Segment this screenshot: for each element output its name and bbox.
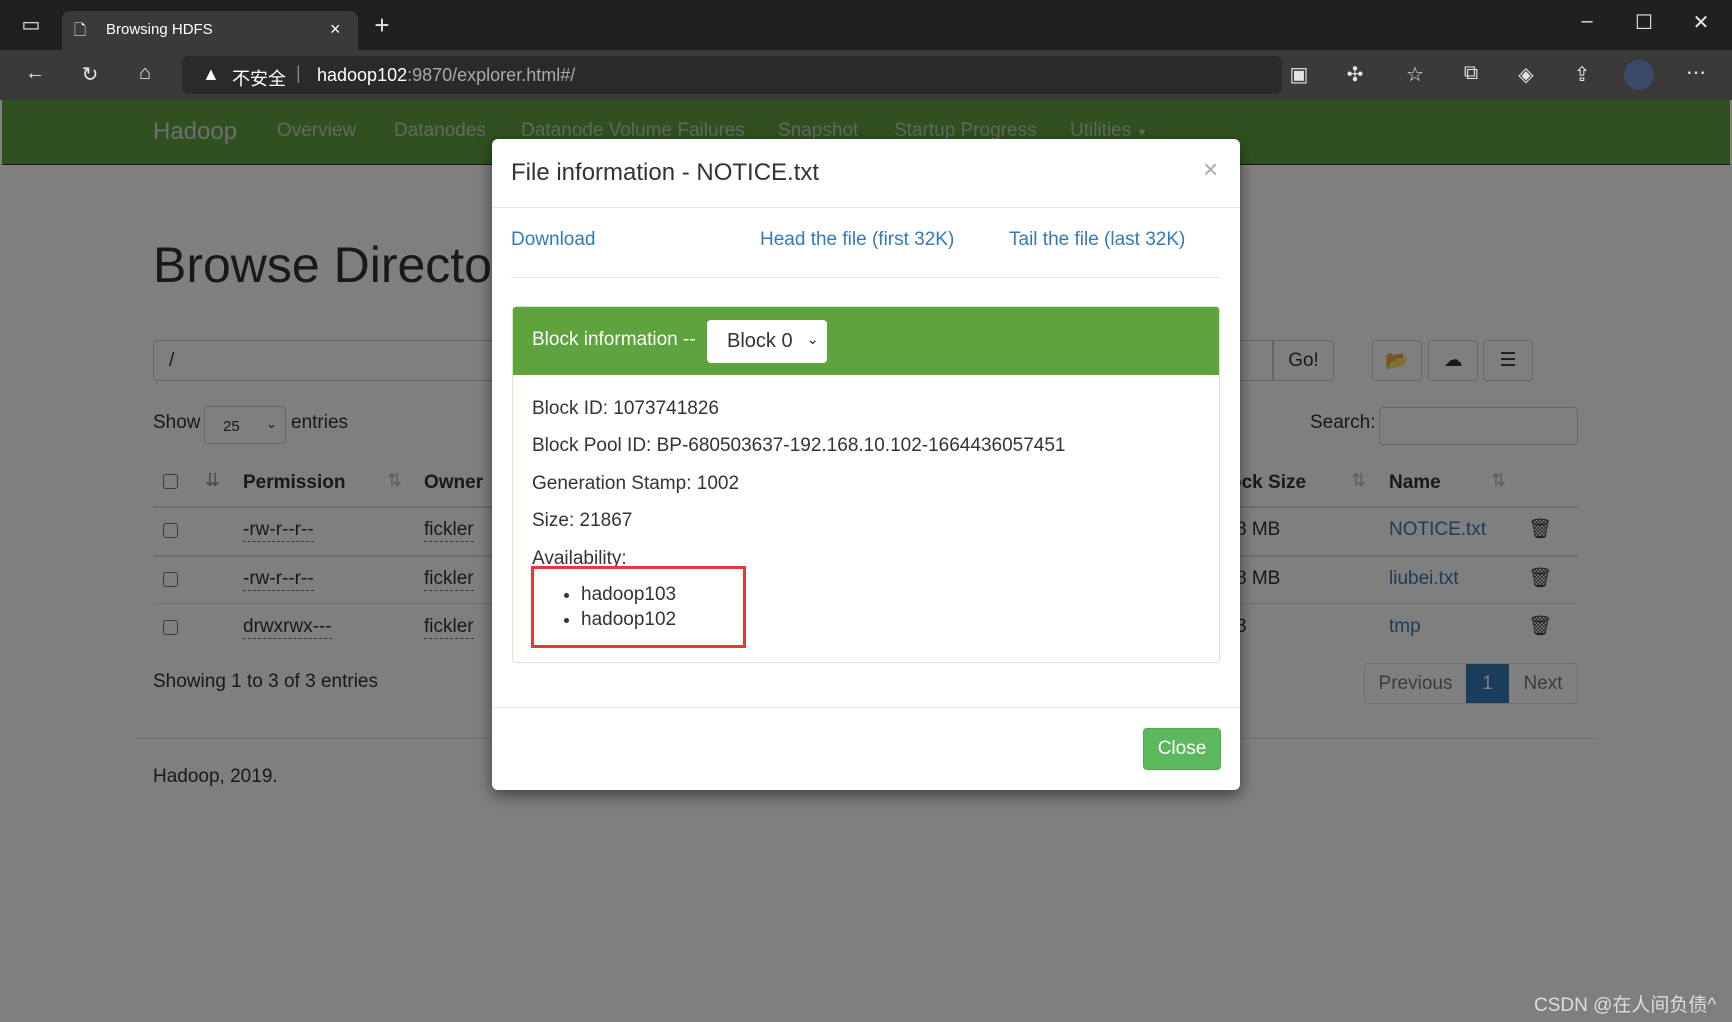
minimize-icon[interactable]: –: [1570, 10, 1604, 33]
browser-tab[interactable]: 🗋 Browsing HDFS ×: [62, 11, 358, 50]
divider: [511, 277, 1220, 278]
tail-file-link[interactable]: Tail the file (last 32K): [1009, 229, 1185, 251]
head-file-link[interactable]: Head the file (first 32K): [760, 229, 954, 251]
block-id: Block ID: 1073741826: [532, 398, 719, 419]
url-path: :9870/explorer.html#/: [407, 65, 576, 85]
block-select[interactable]: Block 0 ⌄: [707, 320, 827, 363]
modal-close-icon[interactable]: ×: [1203, 154, 1218, 185]
tab-close-icon[interactable]: ×: [330, 19, 341, 40]
home-icon[interactable]: ⌂: [128, 62, 162, 85]
divider: [492, 207, 1240, 208]
url-host: hadoop102: [317, 65, 408, 85]
collections-icon[interactable]: ⧉: [1454, 62, 1488, 85]
download-link[interactable]: Download: [511, 229, 596, 251]
url[interactable]: hadoop102:9870/explorer.html#/: [317, 65, 575, 86]
generation-stamp: Generation Stamp: 1002: [532, 473, 740, 494]
browser-tab-bar: ▭ 🗋 Browsing HDFS × + – ☐ ✕: [0, 0, 1732, 50]
block-information-panel: Block information -- Block 0 ⌄ Block ID: …: [512, 306, 1220, 663]
availability-list: hadoop103 hadoop102: [581, 582, 676, 632]
extension-icon[interactable]: ▣: [1282, 62, 1316, 87]
warning-icon: ▲: [202, 64, 220, 84]
page-icon: 🗋: [74, 22, 87, 39]
browser-essentials-icon[interactable]: ◈: [1509, 62, 1543, 87]
divider: [492, 707, 1240, 708]
datanode-item: hadoop102: [581, 607, 676, 632]
extensions-icon[interactable]: ✣: [1338, 62, 1372, 87]
address-bar[interactable]: ▲ 不安全 | hadoop102:9870/explorer.html#/: [182, 56, 1282, 94]
watermark: CSDN @在人间负债^: [1534, 995, 1717, 1016]
new-tab-icon[interactable]: +: [365, 10, 399, 41]
back-icon[interactable]: ←: [18, 62, 52, 85]
block-pool-id: Block Pool ID: BP-680503637-192.168.10.1…: [532, 435, 1066, 456]
block-select-value: Block 0: [727, 330, 793, 352]
maximize-icon[interactable]: ☐: [1627, 10, 1661, 35]
close-button[interactable]: Close: [1143, 728, 1221, 770]
favorites-icon[interactable]: ☆: [1398, 62, 1432, 87]
more-icon[interactable]: ⋯: [1679, 60, 1713, 85]
share-icon[interactable]: ⇪: [1565, 62, 1599, 87]
tab-actions-icon[interactable]: ▭: [14, 12, 48, 37]
security-label[interactable]: 不安全: [232, 65, 286, 91]
block-heading: Block information --: [532, 329, 696, 350]
refresh-icon[interactable]: ↻: [73, 62, 107, 87]
block-size: Size: 21867: [532, 510, 633, 531]
tab-title: Browsing HDFS: [106, 21, 213, 38]
datanode-item: hadoop103: [581, 582, 676, 607]
file-information-modal: File information - NOTICE.txt × Download…: [492, 139, 1240, 790]
modal-title: File information - NOTICE.txt: [511, 159, 820, 186]
close-window-icon[interactable]: ✕: [1684, 10, 1718, 35]
separator: |: [296, 63, 301, 83]
panel-heading: Block information -- Block 0 ⌄: [513, 307, 1219, 375]
chevron-down-icon: ⌄: [806, 331, 819, 348]
profile-avatar[interactable]: [1624, 60, 1654, 90]
